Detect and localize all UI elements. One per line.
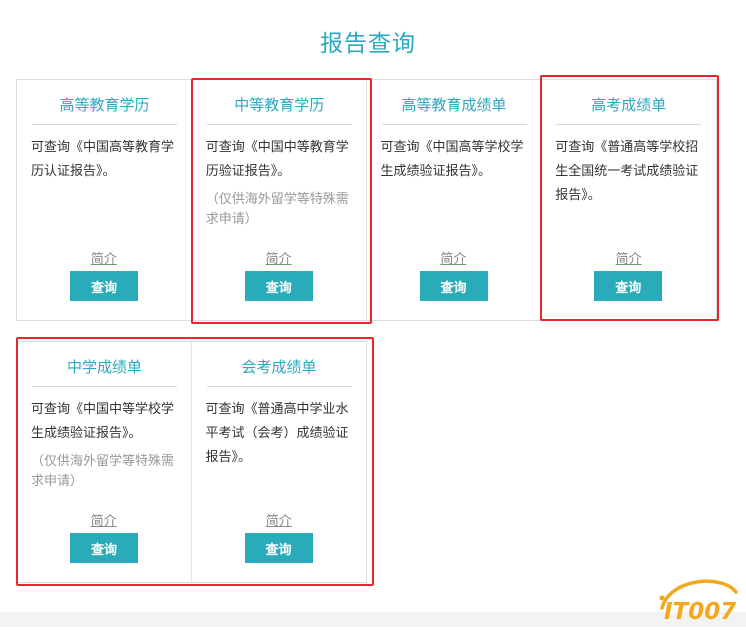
intro-link[interactable]: 简介	[541, 248, 716, 267]
query-button[interactable]: 查询	[244, 533, 313, 563]
card-title: 高等教育学历	[32, 94, 177, 125]
card-huikao-transcript: 会考成绩单 可查询《普通高中学业水平考试（会考）成绩验证报告》。 简介 查询	[192, 342, 367, 582]
card-description: 可查询《中国高等学校学生成绩验证报告》。	[380, 140, 524, 179]
card-title: 会考成绩单	[206, 356, 352, 387]
card-gaokao-transcript: 高考成绩单 可查询《普通高等学校招生全国统一考试成绩验证报告》。 简介 查询	[541, 80, 716, 320]
query-button[interactable]: 查询	[419, 271, 488, 301]
card-secondary-education-degree: 中等教育学历 可查询《中国中等教育学历验证报告》。 （仅供海外留学等特殊需求申请…	[192, 80, 367, 320]
intro-link[interactable]: 简介	[192, 510, 367, 529]
card-title: 高等教育成绩单	[381, 94, 527, 125]
card-row-2: 中学成绩单 可查询《中国中等学校学生成绩验证报告》。 （仅供海外留学等特殊需求申…	[16, 341, 367, 583]
intro-link[interactable]: 简介	[17, 248, 191, 267]
query-button[interactable]: 查询	[244, 271, 313, 301]
card-description: 可查询《中国中等教育学历验证报告》。	[205, 140, 349, 179]
card-description: 可查询《普通高中学业水平考试（会考）成绩验证报告》。	[205, 402, 349, 465]
card-title: 高考成绩单	[556, 94, 702, 125]
it007-watermark-logo: IT007	[652, 574, 746, 626]
page-title: 报告查询	[320, 31, 416, 57]
footer-band	[0, 612, 746, 627]
query-button[interactable]: 查询	[594, 271, 663, 301]
intro-link[interactable]: 简介	[192, 248, 366, 267]
card-row-1: 高等教育学历 可查询《中国高等教育学历认证报告》。 简介 查询 中等教育学历 可…	[16, 79, 717, 321]
card-title: 中等教育学历	[206, 94, 352, 125]
query-button[interactable]: 查询	[70, 533, 138, 563]
card-middle-school-transcript: 中学成绩单 可查询《中国中等学校学生成绩验证报告》。 （仅供海外留学等特殊需求申…	[17, 342, 192, 582]
card-title: 中学成绩单	[32, 356, 177, 387]
card-note: （仅供海外留学等特殊需求申请）	[205, 192, 349, 227]
card-description: 可查询《普通高等学校招生全国统一考试成绩验证报告》。	[555, 140, 699, 203]
card-higher-education-degree: 高等教育学历 可查询《中国高等教育学历认证报告》。 简介 查询	[17, 80, 192, 320]
query-button[interactable]: 查询	[70, 271, 138, 301]
card-higher-education-transcript: 高等教育成绩单 可查询《中国高等学校学生成绩验证报告》。 简介 查询	[367, 80, 542, 320]
watermark-text: IT007	[664, 599, 736, 625]
intro-link[interactable]: 简介	[17, 510, 191, 529]
card-note: （仅供海外留学等特殊需求申请）	[31, 454, 175, 489]
card-description: 可查询《中国中等学校学生成绩验证报告》。	[31, 402, 175, 441]
it007-logo-icon: IT007	[659, 579, 738, 625]
intro-link[interactable]: 简介	[367, 248, 541, 267]
card-description: 可查询《中国高等教育学历认证报告》。	[31, 140, 175, 179]
